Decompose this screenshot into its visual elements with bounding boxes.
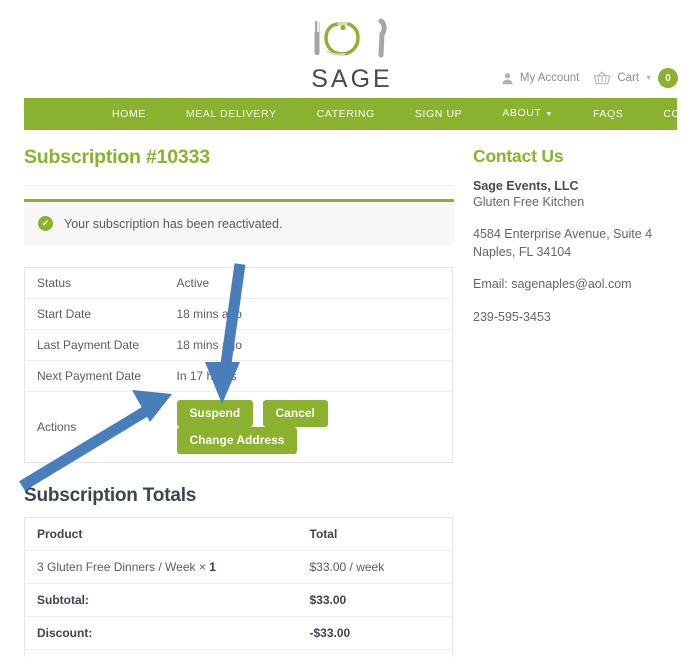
contact-us-title: Contact Us <box>473 146 564 166</box>
totals-value-discount: -$33.00 <box>297 616 453 651</box>
totals-label-shipping: Shipping: <box>24 649 298 657</box>
email-line[interactable]: Email: sagenaples@aol.com <box>473 275 683 293</box>
main-column: Subscription #10333 ✔ Your subscription … <box>24 146 454 657</box>
notice-text: Your subscription has been reactivated. <box>64 216 283 231</box>
totals-value-shipping: Local Delivery <box>297 649 453 657</box>
email-block: Email: sagenaples@aol.com <box>473 275 683 293</box>
table-row: Start Date 18 mins ago <box>24 298 453 330</box>
detail-key-actions: Actions <box>37 420 77 435</box>
site-header: Sage My Account Cart ▼ 0 <box>0 0 700 98</box>
subscription-totals-title: Subscription Totals <box>24 485 197 507</box>
detail-key-last-payment-date: Last Payment Date <box>24 329 165 361</box>
totals-label-discount: Discount: <box>24 616 298 651</box>
totals-label-subtotal: Subtotal: <box>24 583 298 618</box>
account-bar: My Account Cart ▼ 0 <box>501 68 678 88</box>
line-item-product: 3 Gluten Free Dinners / Week × 1 <box>24 550 298 585</box>
detail-value-start-date: 18 mins ago <box>164 298 453 330</box>
address-line-1: 4584 Enterprise Avenue, Suite 4 <box>473 227 653 242</box>
page-root: Sage My Account Cart ▼ 0 HOME MEAL DELIV… <box>0 0 700 657</box>
table-row: 3 Gluten Free Dinners / Week × 1 $33.00 … <box>24 550 453 585</box>
chevron-down-icon: ▼ <box>545 111 553 118</box>
totals-header-total: Total <box>297 517 453 552</box>
nav-item-meal-delivery[interactable]: MEAL DELIVERY <box>166 98 297 130</box>
detail-key-start-date: Start Date <box>24 298 165 330</box>
detail-key-status: Status <box>24 267 165 299</box>
title-divider <box>24 185 454 186</box>
table-row: Subtotal: $33.00 <box>24 583 453 618</box>
nav-items: HOME MEAL DELIVERY CATERING SIGN UP ABOU… <box>92 97 700 131</box>
change-address-button[interactable]: Change Address <box>176 427 298 455</box>
line-item-total: $33.00 / week <box>297 550 453 585</box>
status-notice: ✔ Your subscription has been reactivated… <box>24 199 454 245</box>
address-line-2: Naples, FL 34104 <box>473 245 572 260</box>
user-icon <box>501 72 514 85</box>
cancel-button[interactable]: Cancel <box>262 400 328 428</box>
totals-header-row: Product Total <box>24 517 453 552</box>
nav-item-about-label: ABOUT <box>502 107 542 119</box>
table-row: Status Active <box>24 267 453 299</box>
nav-item-faqs[interactable]: FAQS <box>573 98 643 130</box>
address-block: 4584 Enterprise Avenue, Suite 4 Naples, … <box>473 225 683 261</box>
subscription-details-table: Status Active Start Date 18 mins ago Las… <box>24 267 453 464</box>
main-navigation: HOME MEAL DELIVERY CATERING SIGN UP ABOU… <box>24 98 700 130</box>
company-tagline: Gluten Free Kitchen <box>473 195 585 209</box>
nav-item-catering[interactable]: CATERING <box>297 98 395 130</box>
nav-item-contact[interactable]: CONTACT <box>643 98 700 130</box>
totals-value-subtotal: $33.00 <box>297 583 453 618</box>
shopping-basket-icon[interactable] <box>593 71 611 85</box>
phone-block: 239-595-3453 <box>473 308 683 326</box>
table-row-actions: Actions Suspend Cancel Change Address <box>25 392 453 463</box>
table-row: Next Payment Date In 17 hours <box>24 360 453 392</box>
nav-item-home[interactable]: HOME <box>92 98 166 130</box>
suspend-button[interactable]: Suspend <box>176 400 254 428</box>
phone-number: 239-595-3453 <box>473 309 551 324</box>
detail-value-last-payment-date: 18 mins ago <box>164 329 453 361</box>
line-item-product-name: 3 Gluten Free Dinners / Week <box>37 560 196 575</box>
table-row: Shipping: Local Delivery <box>24 649 453 657</box>
page-title: Subscription #10333 <box>24 146 210 168</box>
my-account-link[interactable]: My Account <box>520 72 579 84</box>
line-item-qty: 1 <box>209 560 216 575</box>
line-item-times: × <box>198 560 206 575</box>
caret-down-icon: ▼ <box>645 74 652 82</box>
nav-item-sign-up[interactable]: SIGN UP <box>395 98 482 130</box>
plate-fork-knife-icon <box>306 14 398 64</box>
detail-key-next-payment-date: Next Payment Date <box>24 360 165 392</box>
totals-header-product: Product <box>24 517 298 552</box>
subscription-totals-table: Product Total 3 Gluten Free Dinners / We… <box>24 517 453 657</box>
company-name: Sage Events, LLC <box>473 179 579 193</box>
detail-value-status: Active <box>164 267 453 299</box>
sidebar-contact: Contact Us Sage Events, LLC Gluten Free … <box>473 146 683 340</box>
table-row: Discount: -$33.00 <box>24 616 453 651</box>
detail-value-next-payment-date: In 17 hours <box>164 360 453 392</box>
nav-item-about[interactable]: ABOUT ▼ <box>482 97 573 131</box>
actions-cell: Suspend Cancel Change Address <box>165 392 453 463</box>
site-logo[interactable]: Sage <box>304 14 400 93</box>
company-block: Sage Events, LLC Gluten Free Kitchen <box>473 179 683 211</box>
logo-wordmark: Sage <box>311 65 393 93</box>
cart-count-badge: 0 <box>658 68 678 88</box>
table-row: Last Payment Date 18 mins ago <box>24 329 453 361</box>
cart-link[interactable]: Cart <box>617 72 639 84</box>
check-circle-icon: ✔ <box>38 216 53 231</box>
